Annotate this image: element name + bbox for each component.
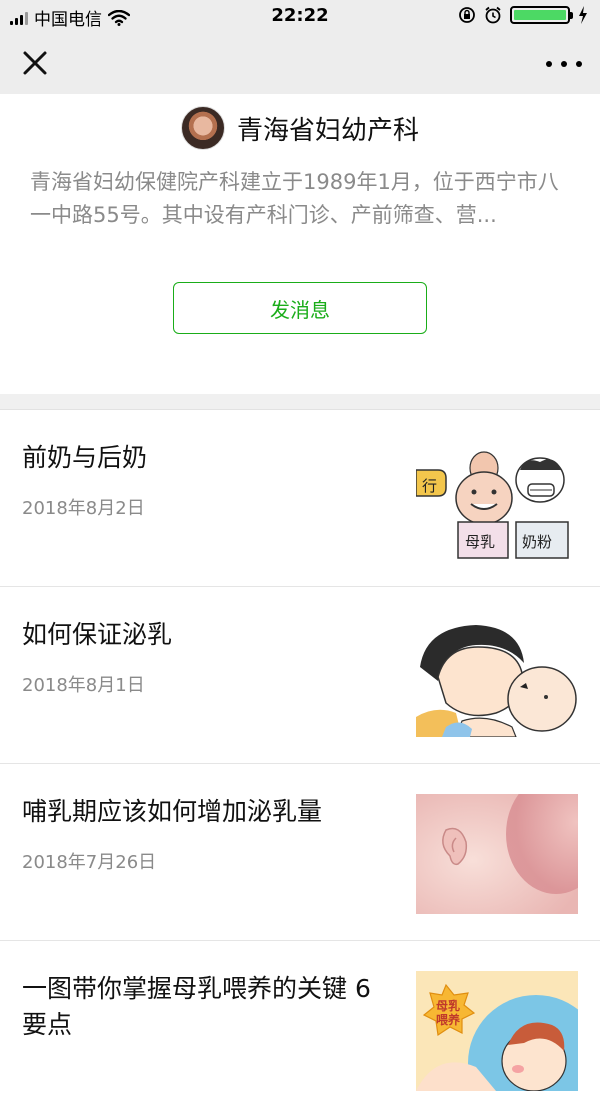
article-thumbnail: 行 母乳 奶粉 [416, 440, 578, 560]
article-thumbnail: 母乳 喂养 [416, 971, 578, 1091]
close-icon[interactable] [20, 48, 50, 78]
more-icon[interactable] [546, 54, 582, 74]
status-right [458, 6, 588, 24]
article-item[interactable]: 哺乳期应该如何增加泌乳量 2018年7月26日 [0, 764, 600, 941]
article-date: 2018年8月2日 [22, 498, 145, 519]
svg-text:喂养: 喂养 [436, 1012, 460, 1027]
article-title: 前奶与后奶 [22, 443, 148, 472]
section-divider [0, 394, 600, 410]
orientation-lock-icon [459, 7, 475, 23]
article-title: 如何保证泌乳 [22, 620, 173, 649]
article-thumbnail [416, 617, 578, 737]
article-item[interactable]: 前奶与后奶 2018年8月2日 行 母乳 奶粉 [0, 410, 600, 587]
article-title: 哺乳期应该如何增加泌乳量 [22, 797, 323, 826]
charging-icon [579, 6, 587, 24]
article-date: 2018年7月26日 [22, 852, 157, 873]
profile-title-row: 青海省妇幼产科 [0, 106, 600, 150]
article-date: 2018年8月1日 [22, 675, 145, 696]
svg-text:行: 行 [422, 477, 437, 495]
svg-text:母乳: 母乳 [436, 998, 460, 1013]
article-thumbnail [416, 794, 578, 914]
article-item[interactable]: 一图带你掌握母乳喂养的关键 6 要点 母乳 喂养 [0, 941, 600, 1118]
nav-bar [0, 32, 600, 94]
battery-icon [510, 6, 573, 24]
status-bar: 中国电信 22:22 [0, 0, 600, 32]
send-message-button[interactable]: 发消息 [173, 282, 427, 334]
profile-name: 青海省妇幼产科 [236, 115, 419, 146]
article-title: 一图带你掌握母乳喂养的关键 6 要点 [22, 974, 371, 1039]
profile-description: 青海省妇幼保健院产科建立于1989年1月，位于西宁市八一中路55号。其中设有产科… [30, 170, 559, 227]
article-item[interactable]: 如何保证泌乳 2018年8月1日 [0, 587, 600, 764]
alarm-icon [485, 6, 501, 24]
profile-header: 青海省妇幼产科 青海省妇幼保健院产科建立于1989年1月，位于西宁市八一中路55… [0, 94, 600, 394]
svg-text:奶粉: 奶粉 [522, 533, 552, 551]
svg-text:母乳: 母乳 [465, 533, 495, 551]
avatar[interactable] [180, 106, 225, 150]
